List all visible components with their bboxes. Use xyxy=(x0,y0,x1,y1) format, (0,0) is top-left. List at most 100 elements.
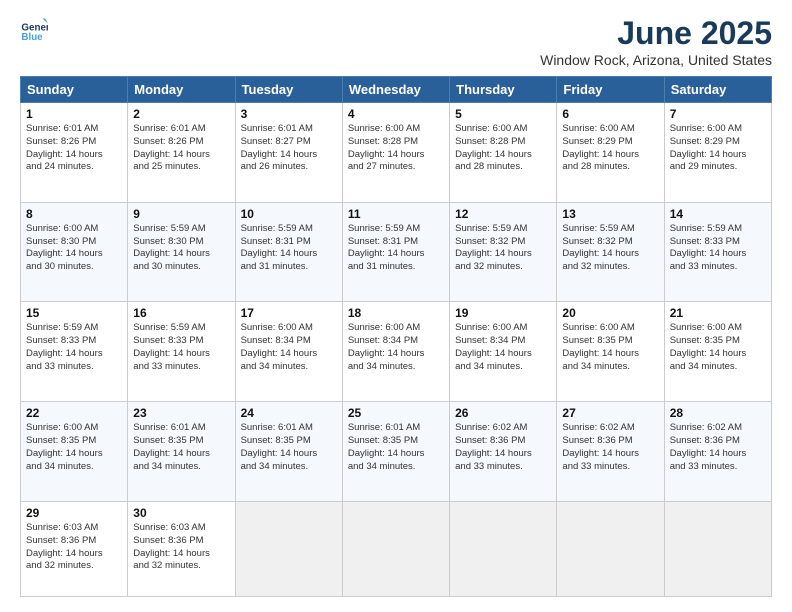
col-sunday: Sunday xyxy=(21,77,128,103)
cell-line: Sunset: 8:32 PM xyxy=(562,236,658,249)
cell-line: Daylight: 14 hours xyxy=(26,248,122,261)
cell-line: Daylight: 14 hours xyxy=(133,548,229,561)
day-number: 28 xyxy=(670,406,766,420)
day-number: 14 xyxy=(670,207,766,221)
table-row: 1Sunrise: 6:01 AMSunset: 8:26 PMDaylight… xyxy=(21,103,128,203)
cell-line: Daylight: 14 hours xyxy=(562,149,658,162)
cell-line: Sunrise: 6:01 AM xyxy=(133,123,229,136)
cell-line: Sunrise: 6:01 AM xyxy=(348,422,444,435)
day-number: 2 xyxy=(133,107,229,121)
cell-line: Sunset: 8:32 PM xyxy=(455,236,551,249)
cell-line: Daylight: 14 hours xyxy=(241,348,337,361)
table-row: 7Sunrise: 6:00 AMSunset: 8:29 PMDaylight… xyxy=(664,103,771,203)
cell-content: Sunrise: 5:59 AMSunset: 8:30 PMDaylight:… xyxy=(133,223,229,274)
cell-line: and 26 minutes. xyxy=(241,161,337,174)
cell-line: Sunrise: 6:01 AM xyxy=(241,123,337,136)
day-number: 23 xyxy=(133,406,229,420)
cell-line: and 27 minutes. xyxy=(348,161,444,174)
cell-line: and 24 minutes. xyxy=(26,161,122,174)
cell-line: Sunrise: 6:00 AM xyxy=(455,322,551,335)
day-number: 15 xyxy=(26,306,122,320)
day-number: 30 xyxy=(133,506,229,520)
cell-content: Sunrise: 6:00 AMSunset: 8:34 PMDaylight:… xyxy=(455,322,551,373)
cell-content: Sunrise: 6:03 AMSunset: 8:36 PMDaylight:… xyxy=(133,522,229,573)
col-thursday: Thursday xyxy=(450,77,557,103)
cell-line: Sunset: 8:33 PM xyxy=(26,335,122,348)
cell-content: Sunrise: 6:02 AMSunset: 8:36 PMDaylight:… xyxy=(455,422,551,473)
cell-content: Sunrise: 6:03 AMSunset: 8:36 PMDaylight:… xyxy=(26,522,122,573)
day-number: 11 xyxy=(348,207,444,221)
cell-line: and 33 minutes. xyxy=(562,461,658,474)
table-row: 22Sunrise: 6:00 AMSunset: 8:35 PMDayligh… xyxy=(21,402,128,502)
cell-content: Sunrise: 6:02 AMSunset: 8:36 PMDaylight:… xyxy=(562,422,658,473)
table-row: 20Sunrise: 6:00 AMSunset: 8:35 PMDayligh… xyxy=(557,302,664,402)
cell-line: Sunset: 8:36 PM xyxy=(26,535,122,548)
page: General Blue June 2025 Window Rock, Ariz… xyxy=(0,0,792,612)
table-row: 18Sunrise: 6:00 AMSunset: 8:34 PMDayligh… xyxy=(342,302,449,402)
cell-line: Daylight: 14 hours xyxy=(670,448,766,461)
cell-content: Sunrise: 6:00 AMSunset: 8:34 PMDaylight:… xyxy=(241,322,337,373)
cell-line: Sunrise: 6:02 AM xyxy=(670,422,766,435)
cell-line: Sunrise: 5:59 AM xyxy=(455,223,551,236)
cell-content: Sunrise: 6:00 AMSunset: 8:28 PMDaylight:… xyxy=(348,123,444,174)
cell-line: Daylight: 14 hours xyxy=(455,248,551,261)
cell-content: Sunrise: 6:01 AMSunset: 8:35 PMDaylight:… xyxy=(133,422,229,473)
day-number: 4 xyxy=(348,107,444,121)
cell-line: Sunset: 8:35 PM xyxy=(562,335,658,348)
cell-line: Daylight: 14 hours xyxy=(133,348,229,361)
table-row: 5Sunrise: 6:00 AMSunset: 8:28 PMDaylight… xyxy=(450,103,557,203)
table-row: 29Sunrise: 6:03 AMSunset: 8:36 PMDayligh… xyxy=(21,501,128,596)
subtitle: Window Rock, Arizona, United States xyxy=(540,52,772,68)
svg-text:Blue: Blue xyxy=(21,32,43,43)
logo-icon: General Blue xyxy=(20,15,48,43)
table-row xyxy=(235,501,342,596)
main-title: June 2025 xyxy=(540,15,772,52)
cell-line: Sunset: 8:26 PM xyxy=(133,136,229,149)
cell-line: and 30 minutes. xyxy=(133,261,229,274)
cell-line: and 33 minutes. xyxy=(670,261,766,274)
table-row: 21Sunrise: 6:00 AMSunset: 8:35 PMDayligh… xyxy=(664,302,771,402)
cell-content: Sunrise: 5:59 AMSunset: 8:33 PMDaylight:… xyxy=(26,322,122,373)
day-number: 27 xyxy=(562,406,658,420)
cell-line: and 31 minutes. xyxy=(241,261,337,274)
day-number: 19 xyxy=(455,306,551,320)
day-number: 21 xyxy=(670,306,766,320)
cell-line: Sunset: 8:31 PM xyxy=(348,236,444,249)
cell-content: Sunrise: 5:59 AMSunset: 8:33 PMDaylight:… xyxy=(133,322,229,373)
day-number: 5 xyxy=(455,107,551,121)
table-row: 14Sunrise: 5:59 AMSunset: 8:33 PMDayligh… xyxy=(664,202,771,302)
cell-line: Sunrise: 5:59 AM xyxy=(670,223,766,236)
table-row: 30 Sunrise: 6:03 AMSunset: 8:36 PMDayligh… xyxy=(128,501,235,596)
cell-content: Sunrise: 6:01 AMSunset: 8:35 PMDaylight:… xyxy=(241,422,337,473)
cell-line: and 32 minutes. xyxy=(562,261,658,274)
calendar-table: Sunday Monday Tuesday Wednesday Thursday… xyxy=(20,76,772,597)
table-row: 12Sunrise: 5:59 AMSunset: 8:32 PMDayligh… xyxy=(450,202,557,302)
cell-content: Sunrise: 5:59 AMSunset: 8:31 PMDaylight:… xyxy=(241,223,337,274)
cell-line: Sunrise: 5:59 AM xyxy=(348,223,444,236)
cell-line: Daylight: 14 hours xyxy=(348,248,444,261)
cell-line: Sunset: 8:27 PM xyxy=(241,136,337,149)
day-number: 7 xyxy=(670,107,766,121)
col-monday: Monday xyxy=(128,77,235,103)
cell-line: Sunset: 8:35 PM xyxy=(133,435,229,448)
cell-line: Sunset: 8:30 PM xyxy=(133,236,229,249)
cell-line: Sunset: 8:34 PM xyxy=(348,335,444,348)
col-tuesday: Tuesday xyxy=(235,77,342,103)
cell-line: Daylight: 14 hours xyxy=(455,448,551,461)
table-row: 3Sunrise: 6:01 AMSunset: 8:27 PMDaylight… xyxy=(235,103,342,203)
cell-content: Sunrise: 6:00 AMSunset: 8:34 PMDaylight:… xyxy=(348,322,444,373)
table-row: 28 Sunrise: 6:02 AMSunset: 8:36 PMDayligh… xyxy=(664,402,771,502)
cell-line: Daylight: 14 hours xyxy=(26,548,122,561)
table-row xyxy=(664,501,771,596)
cell-line: Sunset: 8:36 PM xyxy=(562,435,658,448)
cell-content: Sunrise: 6:00 AMSunset: 8:35 PMDaylight:… xyxy=(26,422,122,473)
cell-line: Daylight: 14 hours xyxy=(670,149,766,162)
cell-line: Sunset: 8:36 PM xyxy=(670,435,766,448)
cell-line: Sunset: 8:29 PM xyxy=(562,136,658,149)
col-saturday: Saturday xyxy=(664,77,771,103)
table-row: 26Sunrise: 6:02 AMSunset: 8:36 PMDayligh… xyxy=(450,402,557,502)
cell-line: and 28 minutes. xyxy=(455,161,551,174)
cell-line: and 33 minutes. xyxy=(455,461,551,474)
table-row: 6Sunrise: 6:00 AMSunset: 8:29 PMDaylight… xyxy=(557,103,664,203)
day-number: 8 xyxy=(26,207,122,221)
